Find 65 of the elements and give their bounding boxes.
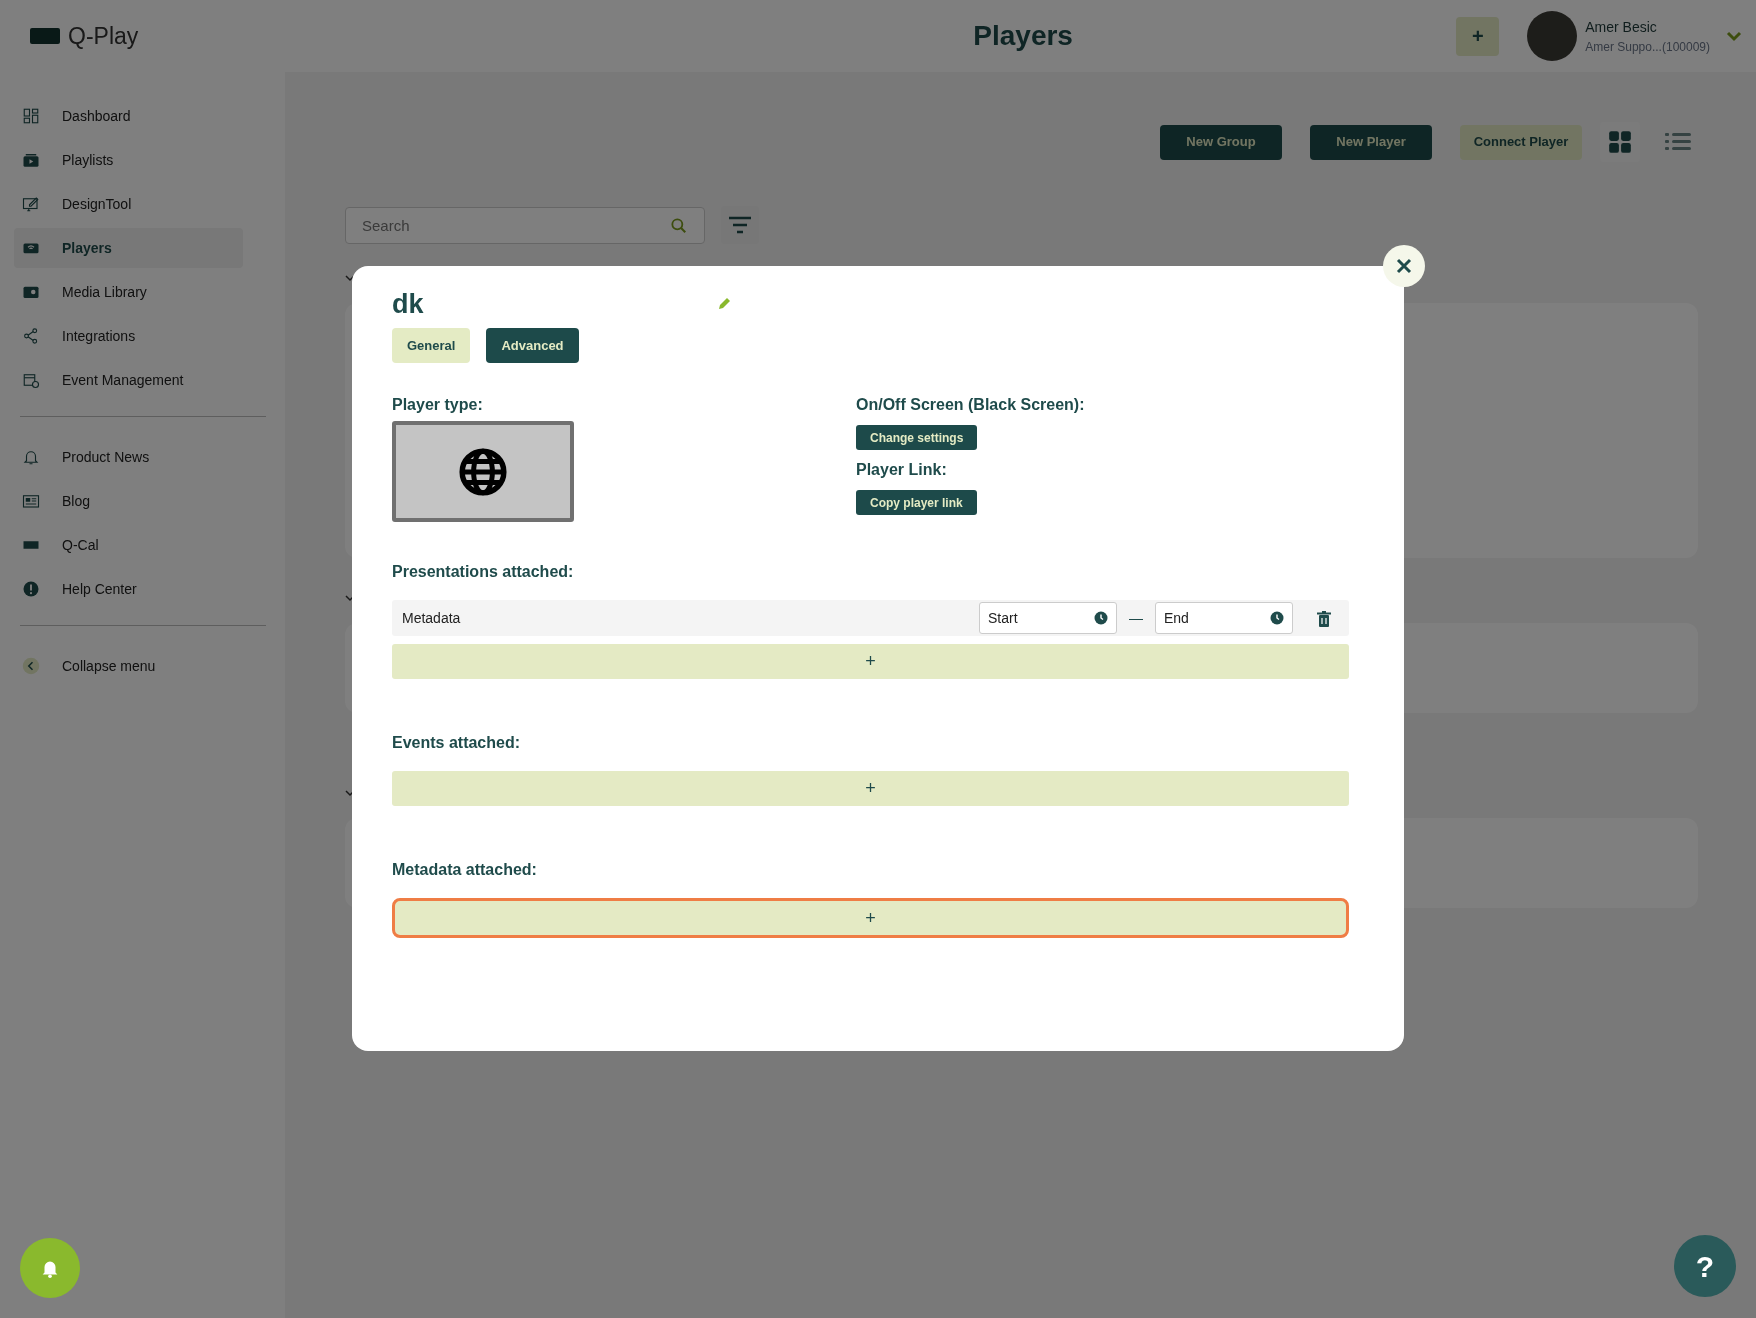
presentation-name: Metadata (402, 608, 462, 628)
player-type-card[interactable] (392, 421, 574, 523)
add-row-button[interactable]: + (392, 898, 1349, 939)
end-time-field[interactable]: End (1155, 602, 1293, 635)
section-title: Events attached: (392, 733, 522, 754)
monitor-pencil-icon (22, 195, 40, 213)
field-label: On/Off Screen (Black Screen): (856, 395, 1085, 416)
toolbar-button[interactable]: New Player (1310, 124, 1432, 160)
bell-icon (22, 448, 40, 466)
globe-icon (458, 446, 508, 497)
share-icon (22, 327, 40, 345)
help-button[interactable]: ? (1674, 1235, 1736, 1297)
sidebar-item[interactable]: Blog (14, 481, 243, 521)
avatar (1527, 11, 1578, 61)
change-settings-button[interactable]: Change settings (856, 425, 978, 451)
clock-icon (1270, 611, 1284, 626)
add-row-button[interactable]: + (392, 644, 1349, 680)
search-field[interactable]: Search (345, 206, 705, 244)
calendar-clock-icon (22, 371, 40, 389)
search-icon (669, 215, 689, 236)
clock-icon (1094, 611, 1108, 626)
sidebar-item[interactable]: Dashboard (14, 96, 243, 136)
add-button[interactable]: + (1456, 16, 1500, 56)
close-button[interactable] (1383, 245, 1425, 287)
field-label: Player Link: (856, 460, 947, 481)
page-title: Players (972, 19, 1074, 53)
play-icon (22, 151, 40, 169)
chevron-down-icon (345, 790, 355, 799)
sidebar-item[interactable]: DesignTool (14, 184, 243, 224)
sidebar-item[interactable]: Product News (14, 437, 243, 477)
user-account: Amer Suppo...(100009) (1585, 38, 1710, 56)
sidebar-item[interactable]: Playlists (14, 140, 243, 180)
start-time-field[interactable]: Start (979, 602, 1117, 635)
toolbar-button[interactable]: New Group (1160, 124, 1282, 160)
close-icon (1395, 257, 1413, 275)
sidebar-item[interactable]: Players (14, 228, 243, 268)
player-name: dk (392, 288, 424, 321)
grid-view-icon (1607, 129, 1633, 155)
copy-link-button[interactable]: Copy player link (856, 490, 977, 516)
chevron-left-icon (22, 657, 40, 675)
toolbar-button[interactable]: Connect Player (1460, 124, 1582, 160)
field-label: Player type: (392, 395, 484, 416)
add-row-button[interactable]: + (392, 771, 1349, 807)
sidebar-item[interactable]: Media Library (14, 272, 243, 312)
tab[interactable]: Advanced (486, 328, 579, 364)
chevron-down-icon (345, 595, 355, 604)
section-title: Presentations attached: (392, 562, 575, 583)
tab[interactable]: General (392, 328, 471, 364)
sidebar-item[interactable]: Integrations (14, 316, 243, 356)
filter-icon (728, 215, 752, 235)
range-separator: — (1129, 608, 1143, 628)
sidebar-item[interactable]: Collapse menu (14, 646, 243, 686)
logo-mark (30, 28, 60, 44)
alert-icon (22, 580, 40, 598)
sidebar-item[interactable]: Q-Cal (14, 525, 243, 565)
chevron-down-icon (345, 275, 355, 284)
logo-text: Q-Play (68, 21, 139, 51)
grid-icon (22, 107, 40, 125)
user-name: Amer Besic (1585, 17, 1658, 37)
trash-icon (1317, 611, 1331, 628)
chevron-down-icon (1726, 30, 1742, 42)
newspaper-icon (22, 492, 40, 510)
section-title: Metadata attached: (392, 860, 538, 881)
sidebar-item[interactable]: Event Management (14, 360, 243, 400)
sidebar-item[interactable]: Help Center (14, 569, 243, 609)
